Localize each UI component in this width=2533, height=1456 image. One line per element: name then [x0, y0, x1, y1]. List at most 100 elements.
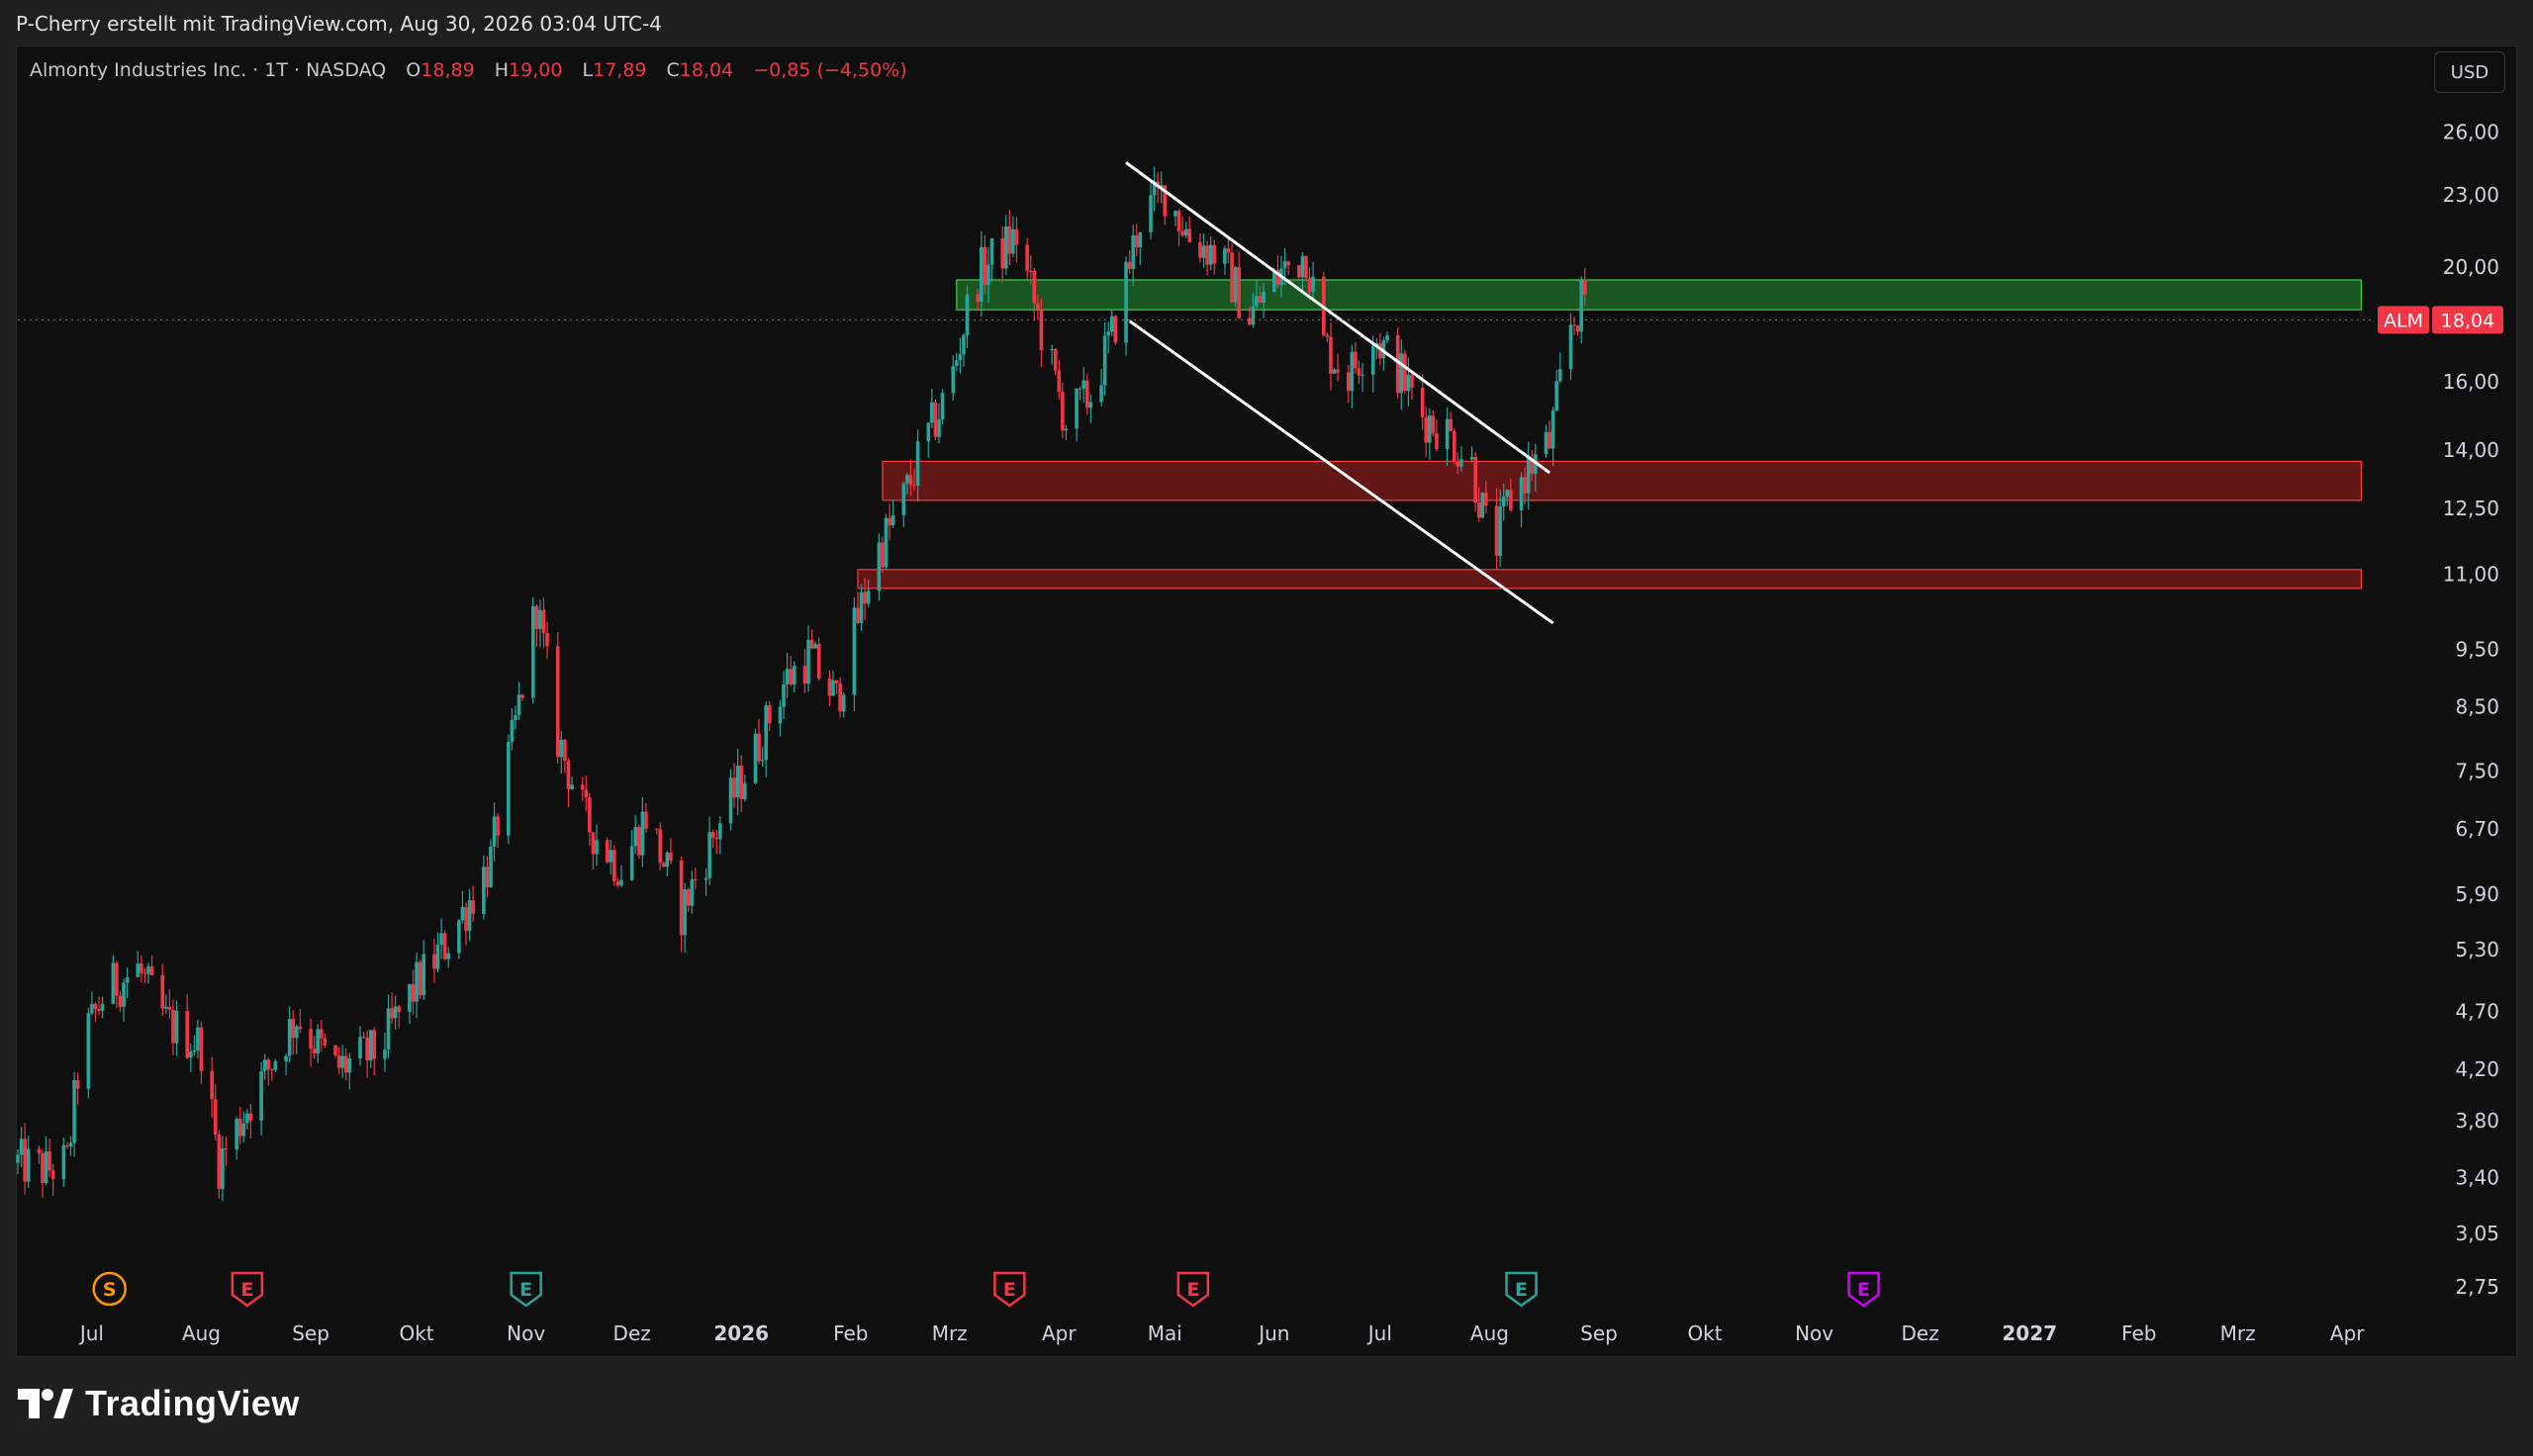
symbol-badge-label: ALM — [2384, 310, 2423, 331]
candle-up — [718, 823, 722, 840]
candle-up — [915, 441, 920, 487]
candle-up — [68, 1142, 73, 1147]
x-tick-label: Mrz — [2220, 1321, 2256, 1345]
candle-up — [514, 714, 517, 721]
candle-up — [901, 483, 906, 515]
candle-down — [541, 609, 546, 634]
candle-down — [669, 853, 673, 862]
symbol-legend: Almonty Industries Inc. · 1T · NASDAQ O1… — [30, 59, 921, 81]
candle-down — [213, 1099, 218, 1136]
candle-up — [358, 1037, 362, 1059]
candle-up — [866, 591, 871, 604]
candle-up — [1223, 248, 1227, 264]
candle-down — [1061, 392, 1065, 431]
candle-up — [122, 982, 126, 1007]
candle-up — [1099, 385, 1103, 403]
high-label: H — [494, 59, 510, 81]
candle-down — [912, 485, 916, 487]
candle-up — [530, 605, 535, 698]
candle-up — [19, 1138, 24, 1155]
x-tick-label: 2026 — [713, 1321, 769, 1345]
resistance-zone-0 — [956, 279, 2363, 311]
y-tick-label: 9,50 — [2455, 638, 2499, 662]
last-price-label: 18,04 — [2441, 310, 2494, 331]
candle-up — [735, 766, 740, 798]
candle-down — [1336, 369, 1340, 373]
candle-down — [644, 811, 648, 829]
y-tick-label: 16,00 — [2443, 370, 2499, 394]
candle-up — [1102, 335, 1107, 386]
candle-down — [372, 1030, 377, 1059]
candle-down — [1180, 230, 1184, 235]
candle-up — [1282, 261, 1287, 269]
candle-down — [298, 1026, 303, 1030]
candle-down — [816, 644, 821, 679]
candle-down — [140, 963, 143, 973]
candle-down — [710, 832, 715, 839]
candle-up — [259, 1070, 263, 1121]
y-tick-label: 20,00 — [2443, 255, 2499, 279]
candle-down — [1248, 318, 1252, 325]
candle-up — [813, 644, 817, 649]
candle-down — [888, 517, 891, 526]
candle-down — [319, 1029, 324, 1039]
candle-up — [782, 683, 786, 707]
candle-down — [1452, 430, 1456, 462]
candle-up — [174, 1010, 179, 1044]
candle-down — [199, 1027, 204, 1071]
candle-up — [1262, 291, 1266, 303]
y-tick-label: 11,00 — [2443, 562, 2499, 586]
candle-down — [270, 1069, 274, 1071]
tradingview-logo[interactable]: TradingView — [18, 1383, 300, 1424]
candle-up — [446, 953, 450, 959]
currency-button[interactable]: USD — [2434, 51, 2505, 93]
candlestick-chart[interactable]: 2,75 3,05 3,40 3,80 4,20 4,70 5,30 5,90 6,70 7,50… — [0, 0, 2533, 1456]
support-zone-1 — [882, 460, 2363, 501]
candle-up — [951, 366, 956, 394]
candle-up — [262, 1059, 267, 1071]
candle-up — [100, 1003, 105, 1011]
candle-down — [23, 1138, 27, 1182]
candle-up — [386, 1008, 391, 1050]
candle-down — [1410, 374, 1414, 388]
candle-down — [827, 678, 832, 696]
candle-down — [442, 933, 447, 959]
candle-down — [93, 1003, 98, 1010]
candle-up — [1498, 506, 1502, 557]
candle-down — [1212, 244, 1217, 264]
candle-up — [510, 720, 515, 742]
candle-down — [291, 1019, 296, 1039]
candle-up — [1088, 402, 1093, 409]
candle-down — [694, 879, 698, 881]
candle-down — [432, 954, 436, 969]
candle-up — [683, 889, 687, 936]
candle-up — [778, 706, 783, 724]
candle-down — [266, 1059, 271, 1070]
candle-down — [1127, 261, 1132, 269]
event-letter: S — [103, 1279, 117, 1301]
candle-down — [333, 1045, 337, 1055]
candle-up — [704, 877, 708, 880]
candle-down — [520, 694, 524, 698]
candle-up — [1459, 459, 1463, 467]
candle-up — [665, 853, 670, 867]
candle-up — [294, 1026, 299, 1039]
candle-up — [570, 784, 574, 789]
candle-down — [1307, 278, 1312, 293]
candle-up — [629, 846, 634, 880]
candle-up — [439, 933, 443, 946]
candle-down — [142, 972, 147, 974]
event-letter: E — [519, 1279, 532, 1301]
candle-up — [1501, 497, 1506, 507]
candle-up — [986, 264, 990, 286]
candle-down — [323, 1038, 328, 1046]
candle-up — [930, 402, 934, 423]
candle-up — [1300, 255, 1305, 278]
candle-down — [1297, 265, 1301, 278]
candle-down — [658, 829, 662, 864]
candle-up — [1131, 234, 1135, 269]
x-tick-label: Jul — [1366, 1321, 1392, 1345]
candle-down — [555, 646, 560, 758]
candle-down — [1346, 372, 1351, 392]
y-tick-label: 8,50 — [2455, 694, 2499, 718]
